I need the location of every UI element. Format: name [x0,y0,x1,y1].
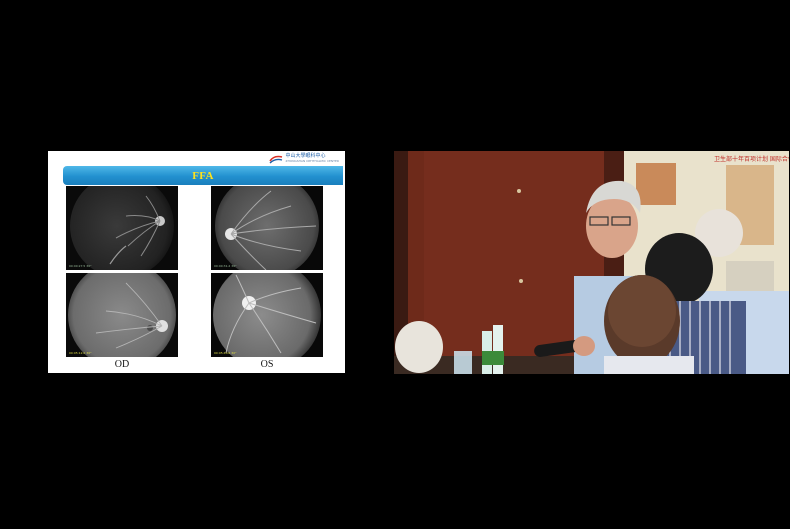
fundus-image-od-early: 00:00:27.5 30° [66,186,178,270]
speaker-video-frame: 卫生部十年百项计划 国际合作全国推广 [394,151,789,374]
logo-icon [268,155,282,164]
poster-text: 卫生部十年百项计划 国际合作全国推广 [714,155,789,163]
fundus-image-os-early: 00:00:31.2 30° [211,186,323,270]
svg-text:00:00:27.5 30°: 00:00:27.5 30° [69,264,92,268]
label-os: OS [260,359,274,370]
fundus-image-os-late: 00:05:40.6 30° [211,273,323,357]
logo-text: 中山大學眼科中心 ZHONGSHAN OPHTHALMIC CENTER [285,153,339,164]
svg-text:00:00:31.2 30°: 00:00:31.2 30° [214,264,237,268]
slide-title-bar: FFA [63,166,343,185]
institution-logo: 中山大學眼科中心 ZHONGSHAN OPHTHALMIC CENTER [268,153,339,165]
fundus-image-od-late: 00:05:12.0 30° [66,273,178,357]
svg-text:00:05:12.0 30°: 00:05:12.0 30° [69,351,92,355]
presentation-slide: 中山大學眼科中心 ZHONGSHAN OPHTHALMIC CENTER FFA [48,151,345,373]
slide-title: FFA [192,169,214,182]
screen: 中山大學眼科中心 ZHONGSHAN OPHTHALMIC CENTER FFA [0,0,790,529]
label-od: OD [114,359,130,370]
svg-text:00:05:40.6 30°: 00:05:40.6 30° [214,351,237,355]
